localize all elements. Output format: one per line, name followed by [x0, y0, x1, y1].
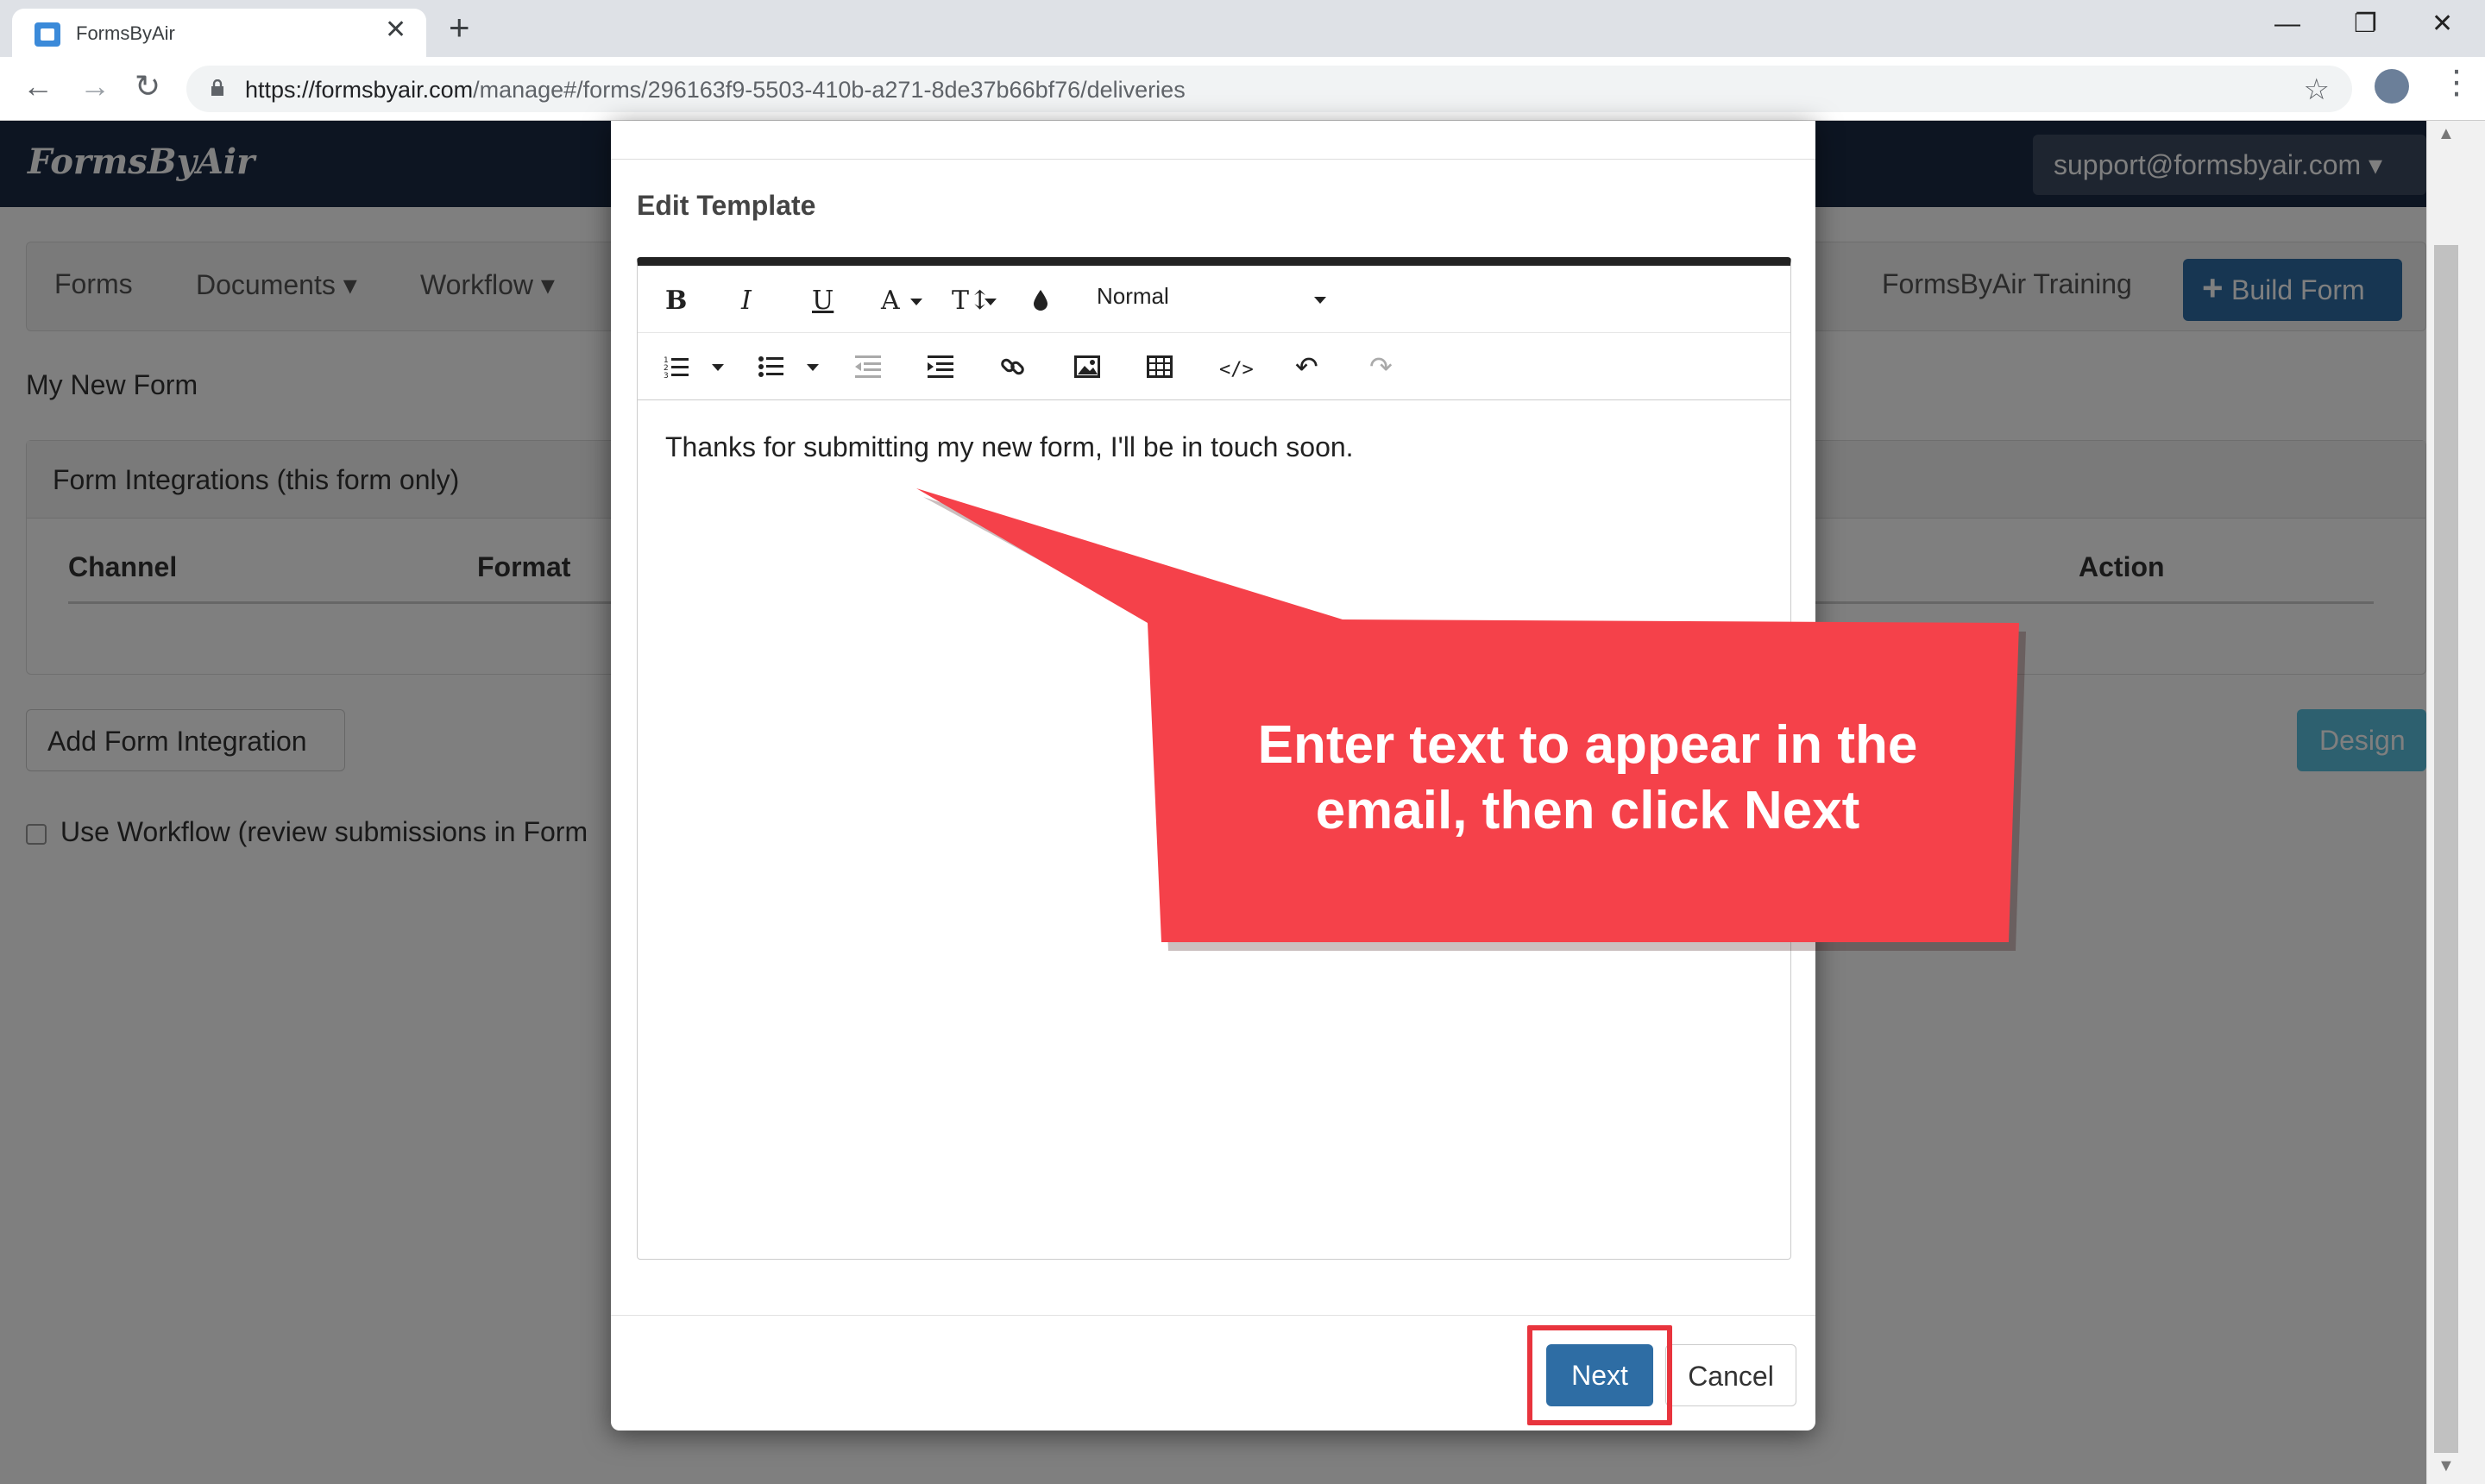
scroll-up-icon[interactable]: ▲ [2438, 124, 2455, 144]
indent-icon[interactable] [928, 355, 953, 378]
scroll-down-icon[interactable]: ▼ [2438, 1456, 2455, 1476]
lock-icon [211, 79, 223, 96]
reload-icon[interactable]: ↻ [135, 69, 160, 104]
underline-button[interactable]: U [812, 288, 834, 314]
callout-line-1: Enter text to appear in the [1257, 715, 1918, 775]
forward-arrow-icon[interactable]: → [79, 69, 110, 104]
new-tab-icon[interactable]: + [449, 7, 470, 48]
callout-text: Enter text to appear in the email, then … [1156, 713, 2019, 844]
editor-toolbar-row-2: 123 </> ↶ ↷ [638, 333, 1790, 400]
url-path: /manage#/forms/296163f9-5503-410b-a271-8… [473, 77, 1186, 103]
url-host: https://formsbyair.com [245, 77, 474, 103]
undo-icon[interactable]: ↶ [1295, 353, 1318, 380]
highlight-droplet-icon[interactable] [1031, 288, 1050, 312]
url-field[interactable]: https://formsbyair.com/manage#/forms/296… [186, 66, 2352, 112]
ordered-list-icon[interactable]: 123 [664, 354, 691, 380]
scrollbar-thumb[interactable] [2434, 245, 2458, 1453]
paragraph-format-select[interactable]: Normal [1097, 283, 1169, 310]
bulleted-list-caret-icon[interactable] [807, 364, 819, 371]
minimize-window-icon[interactable]: — [2274, 7, 2300, 41]
browser-tab-bar: FormsByAir ✕ + — ❐ ✕ [0, 0, 2485, 57]
address-bar-row: ← → ↻ https://formsbyair.com/manage#/for… [0, 57, 2485, 121]
page-scrollbar[interactable]: ▲ ▼ [2426, 121, 2485, 1484]
bulleted-list-icon[interactable] [758, 354, 786, 380]
tab-title: FormsByAir [76, 22, 175, 44]
editor-content[interactable]: Thanks for submitting my new form, I'll … [665, 431, 1354, 463]
text-size-caret-icon [985, 299, 997, 305]
profile-avatar[interactable] [2375, 69, 2409, 104]
code-view-icon[interactable]: </> [1219, 357, 1254, 383]
browser-menu-icon[interactable]: ⋮ [2440, 66, 2473, 100]
table-icon[interactable] [1147, 355, 1173, 378]
restore-window-icon[interactable]: ❐ [2354, 7, 2377, 41]
ordered-list-caret-icon[interactable] [712, 364, 724, 371]
link-icon[interactable] [1000, 354, 1026, 380]
site-favicon-icon [35, 22, 60, 47]
cancel-button[interactable]: Cancel [1665, 1344, 1796, 1406]
image-icon[interactable] [1074, 355, 1100, 378]
format-select-caret-icon [1314, 297, 1326, 304]
editor-toolbar-row-1: B I U A T↕ Normal [638, 266, 1790, 333]
bold-button[interactable]: B [665, 288, 687, 314]
font-color-caret-icon [910, 299, 922, 305]
modal-header-divider [611, 159, 1815, 160]
callout-line-2: email, then click Next [1315, 781, 1860, 840]
svg-text:3: 3 [664, 372, 669, 380]
browser-tab[interactable]: FormsByAir ✕ [12, 9, 426, 57]
url-text: https://formsbyair.com/manage#/forms/296… [245, 77, 1186, 104]
close-window-icon[interactable]: ✕ [2432, 7, 2453, 41]
outdent-icon[interactable] [855, 355, 881, 378]
redo-icon[interactable]: ↷ [1369, 353, 1393, 380]
next-button-highlight [1527, 1325, 1672, 1425]
back-arrow-icon[interactable]: ← [22, 69, 53, 104]
edit-template-heading: Edit Template [637, 190, 816, 221]
modal-footer-divider [611, 1315, 1815, 1316]
bookmark-star-icon[interactable]: ☆ [2304, 72, 2330, 107]
close-tab-icon[interactable]: ✕ [385, 17, 406, 43]
font-color-button[interactable]: A [881, 288, 900, 314]
italic-button[interactable]: I [741, 288, 752, 314]
